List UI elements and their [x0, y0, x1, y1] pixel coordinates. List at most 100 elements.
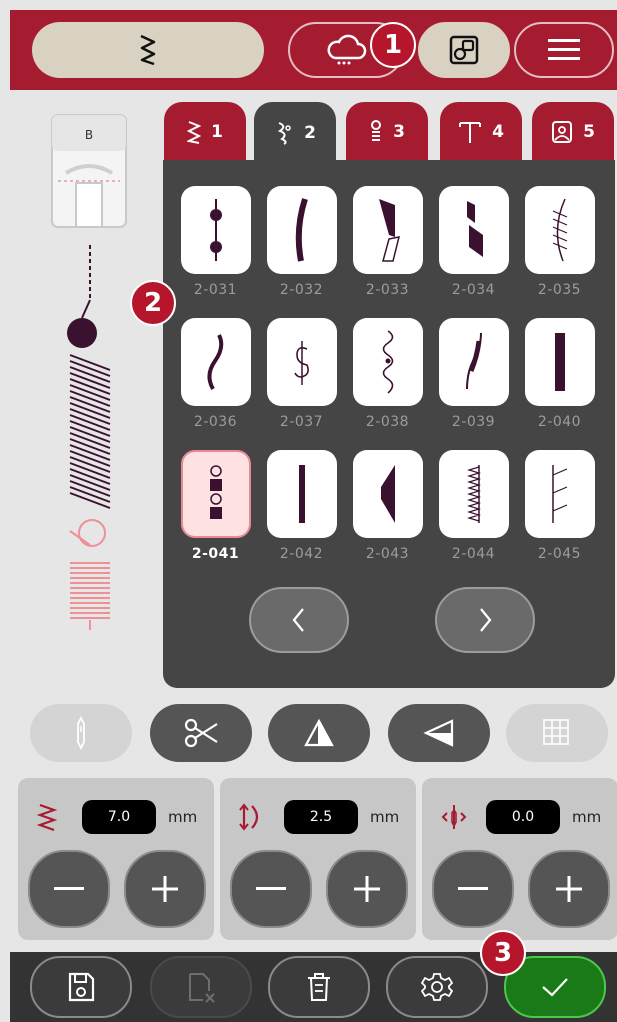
- tab-4[interactable]: 4: [440, 102, 522, 162]
- needle-button[interactable]: [30, 704, 132, 762]
- mirror-end-icon: [423, 719, 454, 747]
- callout-marker: 3: [480, 930, 526, 976]
- hamburger-menu-icon: [548, 39, 580, 60]
- stitch-length-decrease-button[interactable]: [230, 850, 312, 928]
- tab-label: 1: [211, 122, 223, 142]
- embroidery-mode-icon: [449, 35, 479, 65]
- stitch-button[interactable]: 2-045: [522, 450, 597, 562]
- stitch-button[interactable]: 2-033: [350, 186, 425, 298]
- tab-3[interactable]: 3: [346, 102, 428, 162]
- stitch-tile: [352, 318, 423, 406]
- stitch-position-right-button[interactable]: [528, 850, 610, 928]
- stitch-length-icon: [239, 803, 259, 831]
- tab-label: 4: [492, 122, 504, 142]
- stitch-width-increase-button[interactable]: [124, 850, 206, 928]
- cloud-icon: [327, 34, 367, 65]
- stitch-tile: [524, 450, 595, 538]
- stitch-button[interactable]: 2-036: [178, 318, 253, 430]
- bottom-bar: [10, 952, 617, 1022]
- settings-icon: [421, 973, 453, 1001]
- stitch-button[interactable]: 2-032: [264, 186, 339, 298]
- stitch-pattern-icon: [298, 465, 305, 523]
- stitch-tile: [266, 318, 337, 406]
- stitch-tile: [438, 318, 509, 406]
- delete-file-button[interactable]: [150, 956, 252, 1018]
- stitch-label: 2-036: [193, 414, 238, 430]
- app-screen: 1 B 1 2 3 4 5 2-031 2-032 2-033 2-034 2-…: [0, 0, 617, 1022]
- needle-icon: [77, 716, 85, 750]
- trash-button[interactable]: [268, 956, 370, 1018]
- mirror-side-button[interactable]: [268, 704, 370, 762]
- text-font-icon: [459, 122, 482, 143]
- mirror-end-button[interactable]: [388, 704, 490, 762]
- scissors-button[interactable]: [150, 704, 252, 762]
- stitch-pattern-icon: [466, 465, 481, 523]
- stitch-pattern-icon: [466, 201, 483, 257]
- chevron-right-icon: [480, 608, 492, 632]
- stitch-pattern-icon: [382, 330, 393, 394]
- embroidery-mode-button[interactable]: [418, 22, 510, 78]
- delete-file-icon: [189, 973, 215, 1003]
- stitch-label: 2-040: [537, 414, 582, 430]
- menu-button[interactable]: [514, 22, 614, 78]
- scissors-icon: [184, 718, 218, 748]
- stitch-label: 2-035: [537, 282, 582, 298]
- stitch-button[interactable]: 2-035: [522, 186, 597, 298]
- stitch-label: 2-043: [365, 546, 410, 562]
- stitch-tile: [352, 450, 423, 538]
- save-icon: [68, 972, 95, 1002]
- stitch-label: 2-045: [537, 546, 582, 562]
- stitch-pattern-icon: [551, 465, 567, 523]
- stitch-pattern-icon: [209, 199, 222, 261]
- stitch-pattern-icon: [207, 334, 223, 390]
- stitch-button[interactable]: 2-044: [436, 450, 511, 562]
- top-bar: [10, 10, 617, 90]
- stitch-label: 2-044: [451, 546, 496, 562]
- zigzag-stitch-icon: [140, 34, 156, 66]
- stitch-grid-panel: 2-031 2-032 2-033 2-034 2-035 2-036 2-03…: [163, 160, 615, 688]
- stitch-button[interactable]: 2-040: [522, 318, 597, 430]
- stitch-button[interactable]: 2-039: [436, 318, 511, 430]
- stitch-width-decrease-button[interactable]: [28, 850, 110, 928]
- stitch-mode-button[interactable]: [32, 22, 264, 78]
- next-page-button[interactable]: [435, 587, 535, 653]
- stitch-button[interactable]: 2-042: [264, 450, 339, 562]
- stitch-length-increase-button[interactable]: [326, 850, 408, 928]
- image-stitch-icon: [552, 121, 573, 143]
- stitch-pattern-icon: [552, 198, 567, 262]
- stitch-length-value: 2.5: [284, 800, 358, 834]
- save-button[interactable]: [30, 956, 132, 1018]
- stitch-button[interactable]: 2-043: [350, 450, 425, 562]
- stitch-pattern-icon: [554, 333, 565, 391]
- stitch-tile: [266, 450, 337, 538]
- stitch-position-value: 0.0: [486, 800, 560, 834]
- tab-1[interactable]: 1: [164, 102, 246, 162]
- stitch-pattern-icon: [378, 199, 400, 262]
- stitch-preview: [67, 245, 111, 630]
- stitch-button[interactable]: 2-037: [264, 318, 339, 430]
- stitch-button[interactable]: 2-034: [436, 186, 511, 298]
- previous-page-button[interactable]: [249, 587, 349, 653]
- tab-2[interactable]: 2: [254, 102, 336, 164]
- grid-button[interactable]: [506, 704, 608, 762]
- tab-label: 3: [393, 122, 405, 142]
- chevron-left-icon: [292, 608, 304, 632]
- minus-icon: [256, 887, 286, 890]
- stitch-label: 2-038: [365, 414, 410, 430]
- stitch-pattern-icon: [293, 341, 309, 385]
- mirror-side-icon: [304, 718, 334, 747]
- stitch-width-panel: 7.0 mm: [18, 778, 214, 940]
- stitch-tile: [524, 186, 595, 274]
- stitch-pattern-icon: [465, 332, 482, 390]
- stitch-button[interactable]: 2-038: [350, 318, 425, 430]
- stitch-length-panel: 2.5 mm: [220, 778, 416, 940]
- stitch-label: 2-031: [193, 282, 238, 298]
- minus-icon: [458, 887, 488, 890]
- stitch-position-left-button[interactable]: [432, 850, 514, 928]
- stitch-position-panel: 0.0 mm: [422, 778, 617, 940]
- stitch-button[interactable]: 2-041: [178, 450, 253, 562]
- stitch-button[interactable]: 2-031: [178, 186, 253, 298]
- presser-foot-image: B: [51, 114, 127, 228]
- settings-button[interactable]: [386, 956, 488, 1018]
- tab-5[interactable]: 5: [532, 102, 614, 162]
